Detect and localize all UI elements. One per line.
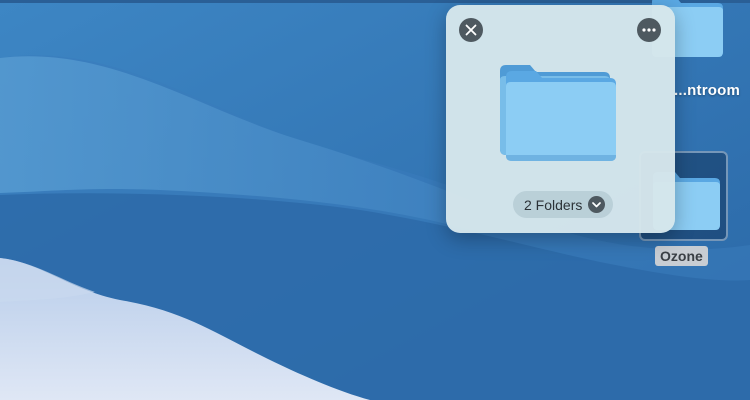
folder-stack-icon (500, 65, 616, 161)
desktop-folder-ozone-label[interactable]: Ozone (655, 246, 708, 266)
chevron-down-icon (588, 196, 606, 213)
more-options-button[interactable] (637, 18, 661, 42)
stack-preview-popover: 2 Folders (446, 5, 675, 233)
more-options-icon (642, 28, 656, 32)
folders-count-menu[interactable]: 2 Folders (513, 191, 614, 218)
folders-count-label: 2 Folders (524, 196, 583, 213)
close-button[interactable] (459, 18, 483, 42)
close-icon (465, 24, 477, 36)
